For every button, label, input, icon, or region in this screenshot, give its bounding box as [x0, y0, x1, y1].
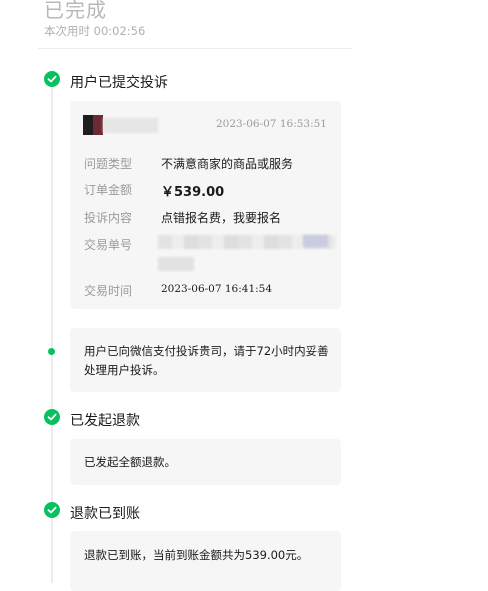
step-title-refund-started: 已发起退款: [70, 413, 140, 429]
field-value: 不满意商家的商品或服务: [161, 157, 294, 171]
check-circle-icon: [44, 71, 60, 87]
complaint-card: 2023-06-07 16:53:51 问题类型 不满意商家的商品或服务 订单金…: [70, 101, 341, 309]
field-label: 投诉内容: [84, 211, 133, 225]
check-circle-icon: [44, 502, 60, 518]
check-circle-icon: [44, 409, 60, 425]
elapsed-time: 本次用时 00:02:56: [44, 24, 146, 38]
dot-icon: [48, 348, 55, 355]
merchant-avatar: [83, 115, 158, 135]
order-amount: ￥539.00: [161, 185, 225, 200]
refund-started-text: 已发起全额退款。: [84, 455, 176, 469]
field-value: 点错报名费，我要报名: [161, 211, 282, 225]
field-label: 交易时间: [84, 284, 133, 298]
refund-arrived-card: 退款已到账，当前到账金额共为539.00元。: [70, 531, 341, 591]
field-label: 订单金额: [84, 183, 133, 197]
notice-card: 用户已向微信支付投诉贵司，请于72小时内妥善处理用户投诉。: [70, 328, 341, 392]
divider: [38, 48, 352, 49]
field-value: 2023-06-07 16:41:54: [161, 283, 273, 295]
transaction-id-redacted: [158, 233, 336, 273]
status-title: 已完成: [44, 0, 107, 22]
notice-text: 用户已向微信支付投诉贵司，请于72小时内妥善处理用户投诉。: [84, 344, 329, 377]
refund-arrived-text: 退款已到账，当前到账金额共为539.00元。: [84, 548, 309, 562]
field-label: 交易单号: [84, 238, 133, 252]
field-label: 问题类型: [84, 157, 133, 171]
step-title-submitted: 用户已提交投诉: [70, 75, 168, 91]
step-title-refund-arrived: 退款已到账: [70, 506, 140, 522]
complaint-time: 2023-06-07 16:53:51: [215, 118, 327, 130]
refund-started-card: 已发起全额退款。: [70, 439, 341, 485]
